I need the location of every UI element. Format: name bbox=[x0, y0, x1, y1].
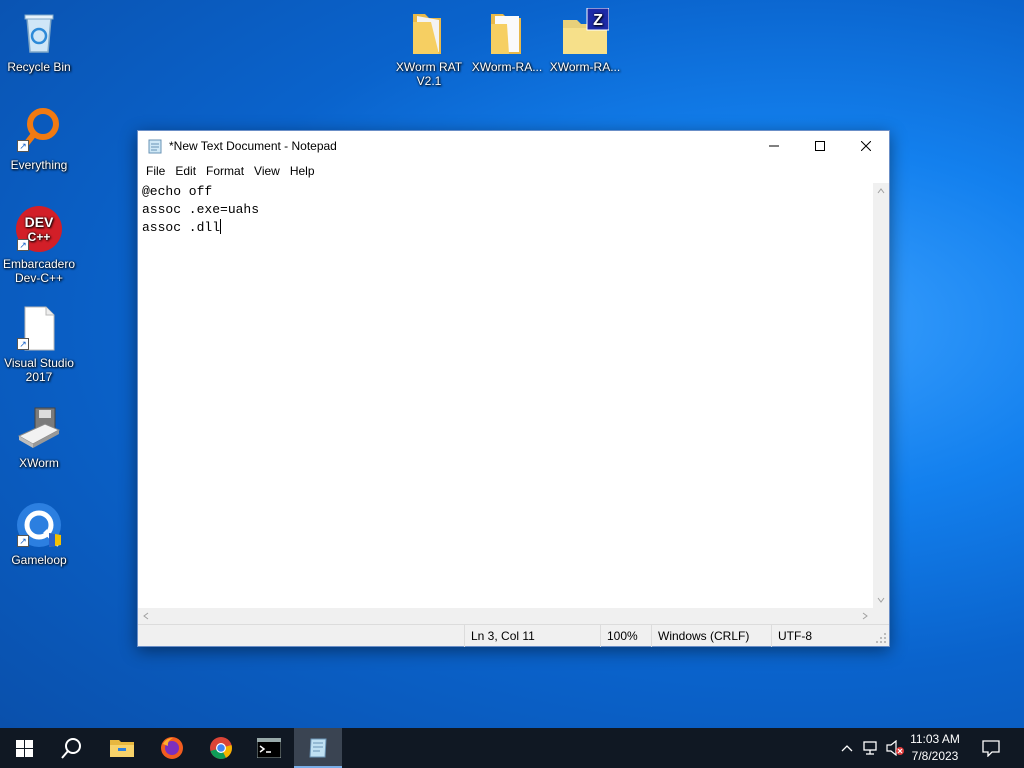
editor-line-current: assoc .dll bbox=[142, 219, 869, 237]
shortcut-arrow-icon: ↗ bbox=[17, 338, 29, 350]
tray-overflow-button[interactable] bbox=[836, 728, 858, 768]
taskbar-cmd[interactable] bbox=[245, 728, 293, 768]
notifications-button[interactable] bbox=[976, 728, 1006, 768]
desktop-icon-xworm-ra-1[interactable]: XWorm-RA... bbox=[469, 8, 545, 74]
taskbar-clock[interactable]: 11:03 AM 7/8/2023 bbox=[902, 731, 968, 765]
firefox-icon bbox=[161, 737, 183, 759]
svg-text:Z: Z bbox=[593, 12, 603, 29]
close-button[interactable] bbox=[843, 131, 889, 161]
cmd-icon bbox=[257, 738, 281, 758]
horizontal-scrollbar[interactable] bbox=[138, 608, 873, 624]
desktop-icon-label: Embarcadero Dev-C++ bbox=[2, 257, 76, 285]
desktop-icon-visual-studio[interactable]: ↗ Visual Studio 2017 bbox=[1, 304, 77, 384]
desktop-icon-label: XWorm-RA... bbox=[471, 60, 543, 74]
chrome-icon bbox=[210, 737, 232, 759]
status-zoom: 100% bbox=[600, 625, 651, 647]
desktop-icon-recycle-bin[interactable]: Recycle Bin bbox=[1, 8, 77, 74]
taskbar-notepad[interactable] bbox=[294, 728, 342, 768]
desktop-icon-label: Visual Studio 2017 bbox=[4, 356, 74, 384]
minimize-icon bbox=[769, 145, 779, 147]
desktop-icon-xworm-rat-v2[interactable]: XWorm RAT V2.1 bbox=[391, 8, 467, 88]
desktop-icon-label: XWorm-RA... bbox=[549, 60, 621, 74]
shortcut-arrow-icon: ↗ bbox=[17, 535, 29, 547]
title-bar[interactable]: *New Text Document - Notepad bbox=[138, 131, 889, 161]
folder-icon bbox=[483, 8, 531, 56]
file-explorer-icon bbox=[110, 740, 134, 757]
taskbar-file-explorer[interactable] bbox=[98, 728, 146, 768]
svg-text:C++: C++ bbox=[28, 230, 51, 244]
taskbar: 11:03 AM 7/8/2023 bbox=[0, 728, 1024, 768]
desktop-icon-label: Gameloop bbox=[11, 553, 67, 567]
desktop-icon-label: Everything bbox=[10, 158, 68, 172]
desktop-icon-label: XWorm RAT V2.1 bbox=[395, 60, 463, 88]
scrollbar-corner bbox=[873, 608, 889, 624]
network-icon bbox=[863, 741, 877, 755]
start-icon bbox=[15, 739, 33, 757]
desktop-icon-gameloop[interactable]: ↗ Gameloop bbox=[1, 501, 77, 567]
maximize-button[interactable] bbox=[797, 131, 843, 161]
scroll-down-icon bbox=[877, 597, 885, 603]
desktop-icon-everything[interactable]: ↗ Everything bbox=[1, 106, 77, 172]
desktop-icon-label: Recycle Bin bbox=[7, 60, 71, 74]
desktop-icon-devcpp[interactable]: DEV C++ ↗ Embarcadero Dev-C++ bbox=[1, 205, 77, 285]
taskbar-firefox[interactable] bbox=[148, 728, 196, 768]
maximize-icon bbox=[815, 141, 825, 151]
shortcut-arrow-icon: ↗ bbox=[17, 140, 29, 152]
notification-icon bbox=[982, 740, 1000, 757]
text-editor[interactable]: @echo off assoc .exe=uahs assoc .dll bbox=[138, 183, 873, 608]
editor-line: @echo off bbox=[142, 184, 213, 199]
status-position: Ln 3, Col 11 bbox=[464, 625, 600, 647]
menu-file[interactable]: File bbox=[141, 164, 170, 178]
menu-help[interactable]: Help bbox=[285, 164, 320, 178]
menu-view[interactable]: View bbox=[249, 164, 285, 178]
search-button[interactable] bbox=[48, 728, 96, 768]
editor-line: assoc .dll bbox=[142, 220, 221, 235]
taskbar-chrome[interactable] bbox=[197, 728, 245, 768]
vertical-scrollbar[interactable] bbox=[873, 183, 889, 608]
chevron-up-icon bbox=[841, 745, 853, 752]
desktop-icon-xworm[interactable]: XWorm bbox=[1, 404, 77, 470]
notepad-icon bbox=[309, 738, 327, 758]
clock-date: 7/8/2023 bbox=[911, 749, 959, 763]
scroll-left-icon bbox=[143, 612, 149, 620]
resize-grip-icon[interactable] bbox=[875, 632, 887, 644]
svg-text:DEV: DEV bbox=[25, 214, 54, 230]
scroll-up-icon bbox=[877, 188, 885, 194]
minimize-button[interactable] bbox=[751, 131, 797, 161]
zip-folder-icon: Z bbox=[561, 7, 610, 56]
notepad-window: *New Text Document - Notepad File Edit F… bbox=[137, 130, 890, 647]
menu-edit[interactable]: Edit bbox=[170, 164, 201, 178]
close-icon bbox=[861, 141, 871, 151]
text-caret bbox=[220, 219, 222, 234]
menu-format[interactable]: Format bbox=[201, 164, 249, 178]
gameloop-icon: ↗ bbox=[15, 501, 63, 549]
blank-document-icon: ↗ bbox=[15, 304, 63, 352]
menu-bar: File Edit Format View Help bbox=[138, 161, 889, 181]
scroll-right-icon bbox=[862, 612, 868, 620]
network-button[interactable] bbox=[860, 728, 882, 768]
status-bar: Ln 3, Col 11 100% Windows (CRLF) UTF-8 bbox=[138, 624, 889, 647]
editor-line: assoc .exe=uahs bbox=[142, 202, 260, 217]
devcpp-icon: DEV C++ ↗ bbox=[15, 205, 63, 253]
window-title: *New Text Document - Notepad bbox=[169, 139, 337, 153]
desktop-icon-label: XWorm bbox=[19, 456, 59, 470]
desktop-icon-xworm-ra-2[interactable]: Z XWorm-RA... bbox=[547, 7, 623, 74]
status-encoding: UTF-8 bbox=[771, 625, 873, 647]
everything-search-icon: ↗ bbox=[15, 106, 63, 154]
recycle-bin-icon bbox=[15, 8, 63, 56]
status-line-ending: Windows (CRLF) bbox=[651, 625, 771, 647]
clock-time: 11:03 AM bbox=[910, 732, 960, 746]
xworm-drive-icon bbox=[15, 404, 63, 452]
folder-icon bbox=[405, 8, 453, 56]
start-button[interactable] bbox=[0, 728, 48, 768]
shortcut-arrow-icon: ↗ bbox=[17, 239, 29, 251]
notepad-icon bbox=[147, 138, 163, 154]
search-icon bbox=[61, 738, 81, 759]
